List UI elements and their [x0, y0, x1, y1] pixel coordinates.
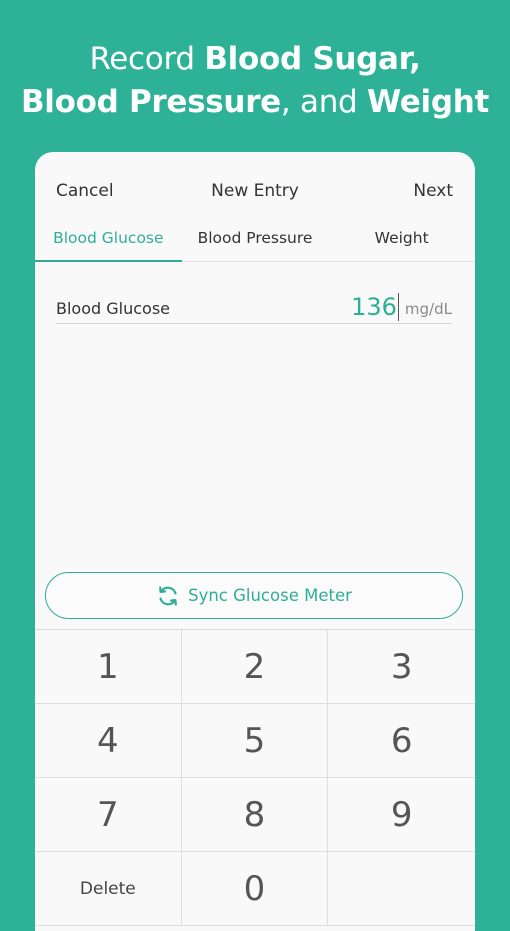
tab-weight[interactable]: Weight [328, 226, 475, 261]
unit-label: mg/dL [404, 300, 452, 318]
empty-key [328, 852, 475, 926]
key-1[interactable]: 1 [35, 630, 182, 704]
promo-headline: Record Blood Sugar, Blood Pressure, and … [0, 38, 510, 124]
promo-line-2: Blood Pressure, and Weight [0, 81, 510, 124]
key-0[interactable]: 0 [181, 852, 329, 926]
page-title: New Entry [211, 181, 299, 201]
navigation-bar: Cancel New Entry Next [35, 152, 475, 230]
key-6[interactable]: 6 [328, 704, 475, 778]
key-2[interactable]: 2 [181, 630, 329, 704]
field-value-group[interactable]: 136 mg/dL [351, 293, 452, 321]
key-9[interactable]: 9 [328, 778, 475, 852]
key-8[interactable]: 8 [181, 778, 329, 852]
tab-blood-pressure[interactable]: Blood Pressure [182, 226, 329, 261]
entry-type-tabs: Blood Glucose Blood Pressure Weight [35, 226, 475, 262]
field-label: Blood Glucose [56, 299, 170, 318]
cancel-button[interactable]: Cancel [56, 181, 114, 201]
key-5[interactable]: 5 [181, 704, 329, 778]
sync-button-label: Sync Glucose Meter [188, 586, 352, 605]
tab-blood-glucose[interactable]: Blood Glucose [35, 226, 182, 262]
blood-glucose-field[interactable]: Blood Glucose 136 mg/dL [56, 286, 452, 324]
key-4[interactable]: 4 [35, 704, 182, 778]
sync-glucose-meter-button[interactable]: Sync Glucose Meter [45, 572, 463, 619]
promo-bold-text: Blood Sugar, [204, 41, 421, 77]
numeric-keypad: 1 2 3 4 5 6 7 8 9 Delete 0 [35, 629, 475, 931]
delete-key[interactable]: Delete [35, 852, 182, 926]
next-button[interactable]: Next [413, 181, 453, 201]
sync-icon [156, 584, 180, 608]
text-cursor [397, 293, 399, 321]
promo-bold-text: Weight [367, 84, 490, 120]
promo-line-1: Record Blood Sugar, [0, 38, 510, 81]
key-3[interactable]: 3 [328, 630, 475, 704]
promo-text: Record [89, 41, 205, 77]
blood-glucose-input[interactable]: 136 [351, 293, 397, 321]
key-7[interactable]: 7 [35, 778, 182, 852]
promo-text: , and [280, 84, 367, 120]
promo-bold-text: Blood Pressure [20, 84, 281, 120]
entry-card: Cancel New Entry Next Blood Glucose Bloo… [35, 152, 475, 931]
